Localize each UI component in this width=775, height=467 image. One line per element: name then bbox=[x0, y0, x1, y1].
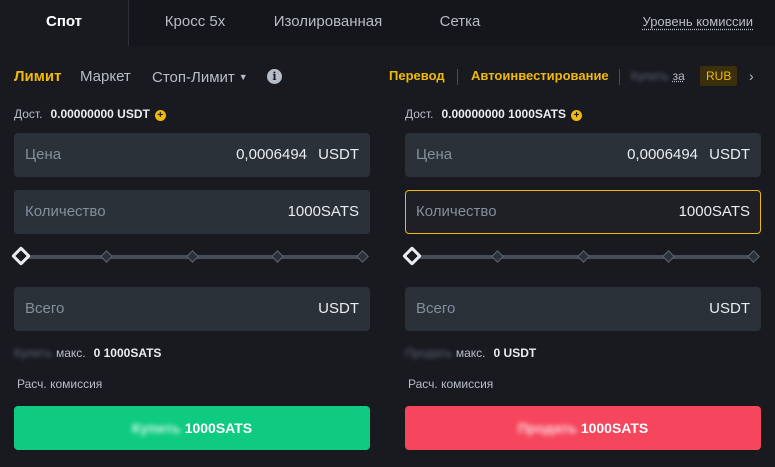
za-label: за bbox=[672, 69, 685, 83]
available-balance: Дост. 0.00000000 USDT + bbox=[14, 100, 370, 128]
tab-grid[interactable]: Сетка bbox=[420, 0, 500, 46]
price-label: Цена bbox=[25, 146, 62, 163]
buy-button-label: 1000SATS bbox=[184, 420, 253, 436]
slider-mark-75[interactable] bbox=[662, 250, 675, 263]
currency-badge[interactable]: RUB bbox=[700, 66, 738, 86]
quantity-field[interactable]: Количество 1000SATS bbox=[405, 190, 761, 234]
sell-panel: Дост. 0.00000000 1000SATS + Цена 0,0006494… bbox=[402, 100, 761, 450]
total-unit: USDT bbox=[318, 300, 359, 317]
buy-blurred-label: Купить bbox=[631, 69, 669, 83]
divider bbox=[619, 69, 620, 85]
available-value: 0.00000000 1000SATS bbox=[441, 107, 566, 121]
transfer-link[interactable]: Перевод bbox=[389, 66, 445, 86]
top-actions: Перевод Автоинвестирование Купить за RUB… bbox=[389, 66, 775, 88]
available-label: Дост. bbox=[14, 107, 43, 121]
slider-mark-100[interactable] bbox=[356, 250, 369, 263]
available-value: 0.00000000 USDT bbox=[50, 107, 150, 121]
price-value[interactable]: 0,0006494 bbox=[236, 134, 307, 176]
slider-mark-100[interactable] bbox=[747, 250, 760, 263]
estimated-fee-label: Расч. комиссия bbox=[17, 377, 103, 391]
info-icon[interactable]: i bbox=[267, 69, 282, 84]
price-value[interactable]: 0,0006494 bbox=[627, 134, 698, 176]
slider-knob[interactable] bbox=[402, 246, 422, 266]
sell-button[interactable]: Продать 1000SATS bbox=[405, 406, 761, 450]
plus-circle-icon[interactable]: + bbox=[570, 110, 582, 121]
order-type-stop-limit[interactable]: Стоп-Лимит ▼ bbox=[152, 66, 248, 89]
slider-knob[interactable] bbox=[11, 246, 31, 266]
caret-down-icon: ▼ bbox=[238, 72, 248, 82]
available-label: Дост. bbox=[405, 107, 434, 121]
order-type-limit[interactable]: Лимит bbox=[14, 66, 61, 88]
price-field[interactable]: Цена 0,0006494 USDT bbox=[405, 133, 761, 177]
slider-mark-25[interactable] bbox=[491, 250, 504, 263]
buy-button-blurred: Купить bbox=[131, 420, 181, 436]
quantity-label: Количество bbox=[25, 203, 106, 220]
tab-cross[interactable]: Кросс 5x bbox=[150, 0, 240, 46]
fee-level-link[interactable]: Уровень комиссии bbox=[643, 0, 753, 46]
max-label: макс. bbox=[455, 346, 486, 360]
quantity-value[interactable]: 1000SATS bbox=[288, 191, 359, 233]
quantity-value[interactable]: 1000SATS bbox=[679, 191, 750, 233]
order-type-market[interactable]: Маркет bbox=[80, 66, 131, 88]
price-unit: USDT bbox=[709, 146, 750, 163]
tab-spot[interactable]: Спот bbox=[0, 0, 129, 46]
sell-button-label: 1000SATS bbox=[580, 420, 649, 436]
tab-isolated[interactable]: Изолированная bbox=[262, 0, 394, 46]
plus-circle-icon[interactable]: + bbox=[154, 110, 166, 121]
quantity-field[interactable]: Количество 1000SATS bbox=[14, 190, 370, 234]
max-sell-line: Продать макс. 0 USDT bbox=[405, 346, 536, 360]
buy-button[interactable]: Купить 1000SATS bbox=[14, 406, 370, 450]
total-field[interactable]: Всего USDT bbox=[405, 287, 761, 331]
total-label: Всего bbox=[416, 300, 456, 317]
total-field[interactable]: Всего USDT bbox=[14, 287, 370, 331]
divider bbox=[457, 69, 458, 85]
slider-mark-50[interactable] bbox=[577, 250, 590, 263]
buy-with-link[interactable]: Купить за bbox=[631, 66, 685, 86]
slider-mark-50[interactable] bbox=[186, 250, 199, 263]
max-value: 0 1000SATS bbox=[93, 346, 162, 360]
max-blurred-label: Продать bbox=[405, 346, 452, 360]
slider-mark-25[interactable] bbox=[100, 250, 113, 263]
price-label: Цена bbox=[416, 146, 453, 163]
max-value: 0 USDT bbox=[493, 346, 537, 360]
amount-slider[interactable] bbox=[11, 246, 370, 266]
slider-mark-75[interactable] bbox=[271, 250, 284, 263]
price-unit: USDT bbox=[318, 146, 359, 163]
buy-panel: Дост. 0.00000000 USDT + Цена 0,0006494 USD… bbox=[11, 100, 370, 450]
trade-mode-tabs: Спот Кросс 5x Изолированная Сетка Уровен… bbox=[0, 0, 775, 46]
max-buy-line: Купить макс. 0 1000SATS bbox=[14, 346, 161, 360]
chevron-right-icon[interactable]: › bbox=[749, 66, 754, 86]
estimated-fee-label: Расч. комиссия bbox=[408, 377, 494, 391]
quantity-label: Количество bbox=[416, 203, 497, 220]
total-unit: USDT bbox=[709, 300, 750, 317]
total-label: Всего bbox=[25, 300, 65, 317]
available-balance: Дост. 0.00000000 1000SATS + bbox=[405, 100, 761, 128]
max-label: макс. bbox=[55, 346, 86, 360]
auto-invest-link[interactable]: Автоинвестирование bbox=[471, 66, 609, 86]
max-blurred-label: Купить bbox=[14, 346, 52, 360]
amount-slider[interactable] bbox=[402, 246, 761, 266]
sell-button-blurred: Продать bbox=[517, 420, 577, 436]
stop-limit-label: Стоп-Лимит bbox=[152, 69, 235, 86]
price-field[interactable]: Цена 0,0006494 USDT bbox=[14, 133, 370, 177]
